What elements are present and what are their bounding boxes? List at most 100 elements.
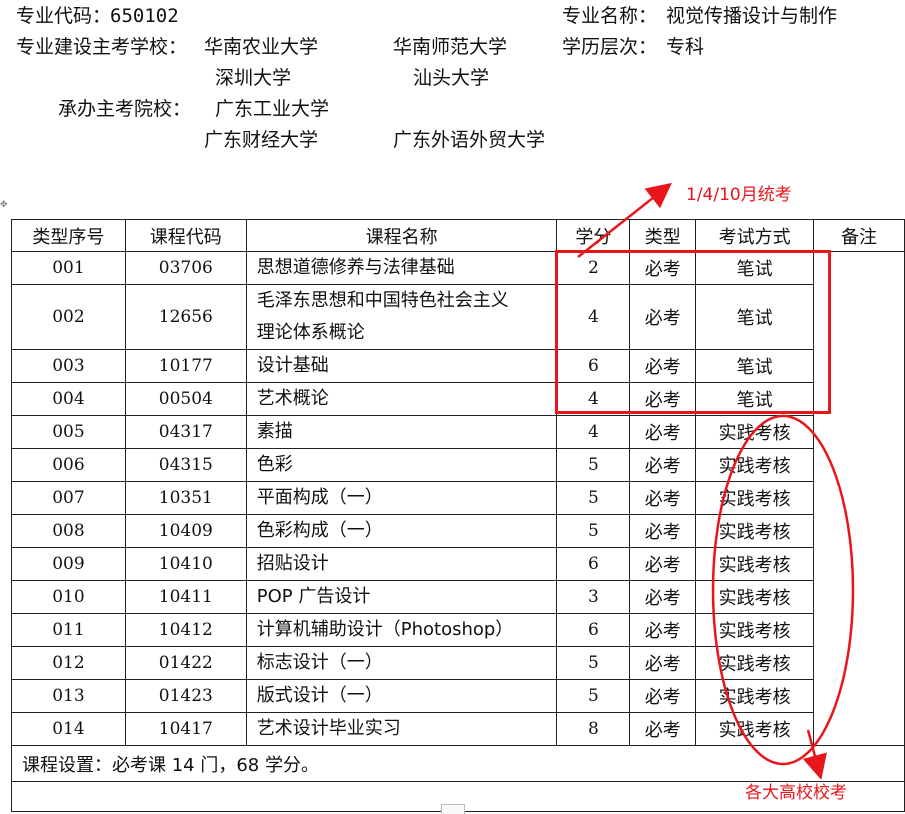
level-label: 学历层次： <box>562 36 658 58</box>
credit-cell: 6 <box>556 613 631 647</box>
code-cell: 10410 <box>124 547 247 581</box>
table-row: 013 01423 版式设计（一） 5 必考 实践考核 <box>11 679 905 713</box>
code-cell: 10409 <box>124 514 247 548</box>
table-row: 007 10351 平面构成（一） 5 必考 实践考核 <box>11 481 905 515</box>
code-cell: 12656 <box>124 284 247 350</box>
type-cell: 必考 <box>629 712 697 746</box>
code-cell: 10351 <box>124 481 247 515</box>
code-cell: 04317 <box>124 415 247 449</box>
table-header-row: 类型序号 课程代码 课程名称 学分 类型 考试方式 备注 <box>11 219 905 252</box>
code-cell: 10411 <box>124 580 247 614</box>
exam-method-cell: 实践考核 <box>695 613 815 647</box>
course-name-line: 毛泽东思想和中国特色社会主义 <box>256 290 509 311</box>
seq-cell: 008 <box>11 514 126 548</box>
seq-cell: 004 <box>11 382 126 416</box>
credit-cell: 8 <box>556 712 631 746</box>
table-row: 009 10410 招贴设计 6 必考 实践考核 <box>11 547 905 581</box>
build-school-4: 汕头大学 <box>413 67 490 89</box>
code-cell: 10417 <box>124 712 247 746</box>
course-name-line: 思想道德修养与法律基础 <box>256 257 455 278</box>
header-credit: 学分 <box>556 219 631 252</box>
credit-cell: 5 <box>556 481 631 515</box>
course-name-line: POP 广告设计 <box>256 586 371 607</box>
level: 专科 <box>666 36 705 58</box>
course-name-cell: 素描 <box>245 415 558 449</box>
major-code-label: 专业代码： <box>16 5 112 27</box>
credit-cell: 5 <box>556 448 631 482</box>
type-cell: 必考 <box>629 547 697 581</box>
summary-text: 课程设置：必考课 14 门，68 学分。 <box>11 745 905 782</box>
credit-cell: 3 <box>556 580 631 614</box>
exam-method-cell: 实践考核 <box>695 712 815 746</box>
course-name-cell: 思想道德修养与法律基础 <box>245 251 558 285</box>
seq-cell: 001 <box>11 251 126 285</box>
course-name-line: 艺术概论 <box>256 388 329 409</box>
course-name-line: 艺术设计毕业实习 <box>256 718 401 739</box>
type-cell: 必考 <box>629 613 697 647</box>
course-name-cell: 版式设计（一） <box>245 679 558 713</box>
code-cell: 00504 <box>124 382 247 416</box>
seq-cell: 014 <box>11 712 126 746</box>
course-name-line: 素描 <box>256 421 293 442</box>
table-move-handle-icon[interactable]: ✥ <box>0 200 10 210</box>
code-cell: 01422 <box>124 646 247 680</box>
seq-cell: 009 <box>11 547 126 581</box>
unified-exam-highlight-box <box>555 250 831 414</box>
seq-cell: 013 <box>11 679 126 713</box>
credit-cell: 5 <box>556 679 631 713</box>
course-name-cell: 色彩 <box>245 448 558 482</box>
exam-method-cell: 实践考核 <box>695 415 815 449</box>
exam-method-cell: 实践考核 <box>695 580 815 614</box>
course-name-cell: 色彩构成（一） <box>245 514 558 548</box>
school-exam-note: 各大高校校考 <box>745 783 847 803</box>
unified-exam-note: 1/4/10月统考 <box>686 185 792 205</box>
course-name-cell: 招贴设计 <box>245 547 558 581</box>
type-cell: 必考 <box>629 448 697 482</box>
course-name-line: 设计基础 <box>256 355 329 376</box>
build-schools-label: 专业建设主考学校： <box>16 36 188 58</box>
course-name-cell: 平面构成（一） <box>245 481 558 515</box>
type-cell: 必考 <box>629 679 697 713</box>
code-cell: 01423 <box>124 679 247 713</box>
major-name-label: 专业名称： <box>562 5 658 27</box>
course-name-line: 平面构成（一） <box>256 487 383 508</box>
build-school-2: 华南师范大学 <box>393 36 508 58</box>
seq-cell: 002 <box>11 284 126 350</box>
table-row: 005 04317 素描 4 必考 实践考核 <box>11 415 905 449</box>
course-name-cell: 标志设计（一） <box>245 646 558 680</box>
table-row: 014 10417 艺术设计毕业实习 8 必考 实践考核 <box>11 712 905 746</box>
code-cell: 10412 <box>124 613 247 647</box>
type-cell: 必考 <box>629 481 697 515</box>
seq-cell: 003 <box>11 349 126 383</box>
header-seq: 类型序号 <box>11 219 126 252</box>
course-name-line: 色彩构成（一） <box>256 520 383 541</box>
major-code: 650102 <box>110 5 179 27</box>
course-name-line: 版式设计（一） <box>256 685 383 706</box>
header-code: 课程代码 <box>124 219 247 252</box>
seq-cell: 007 <box>11 481 126 515</box>
header-exam: 考试方式 <box>695 219 815 252</box>
table-row: 011 10412 计算机辅助设计（Photoshop） 6 必考 实践考核 <box>11 613 905 647</box>
course-name-cell: 计算机辅助设计（Photoshop） <box>245 613 558 647</box>
host-school-1: 广东工业大学 <box>215 98 330 120</box>
course-name-cell: POP 广告设计 <box>245 580 558 614</box>
table-row: 010 10411 POP 广告设计 3 必考 实践考核 <box>11 580 905 614</box>
code-cell: 10177 <box>124 349 247 383</box>
major-name: 视觉传播设计与制作 <box>666 5 838 27</box>
seq-cell: 010 <box>11 580 126 614</box>
credit-cell: 5 <box>556 514 631 548</box>
type-cell: 必考 <box>629 580 697 614</box>
type-cell: 必考 <box>629 646 697 680</box>
credit-cell: 4 <box>556 415 631 449</box>
host-school-3: 广东外语外贸大学 <box>393 129 546 151</box>
course-name-cell: 艺术设计毕业实习 <box>245 712 558 746</box>
course-name-line: 计算机辅助设计（Photoshop） <box>256 619 514 640</box>
table-row: 008 10409 色彩构成（一） 5 必考 实践考核 <box>11 514 905 548</box>
header-type: 类型 <box>629 219 697 252</box>
code-cell: 04315 <box>124 448 247 482</box>
course-name-line: 理论体系概论 <box>256 322 365 343</box>
exam-method-cell: 实践考核 <box>695 448 815 482</box>
seq-cell: 006 <box>11 448 126 482</box>
seq-cell: 011 <box>11 613 126 647</box>
host-schools-label: 承办主考院校： <box>58 98 192 120</box>
